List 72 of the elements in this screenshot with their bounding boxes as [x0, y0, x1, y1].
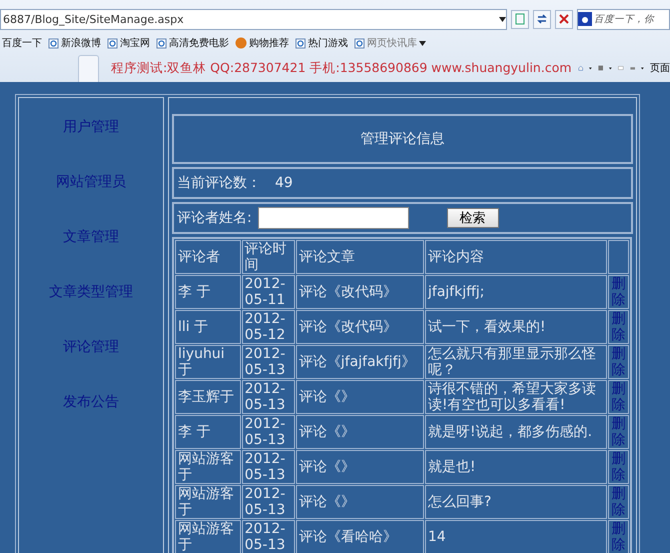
favorite-link[interactable]: 高清免费电影: [156, 36, 229, 50]
caret-icon[interactable]: [419, 40, 426, 46]
table-cell: jfajfkjffj;: [425, 275, 608, 309]
panel-title: 管理评论信息: [172, 114, 633, 164]
table-cell: 怎么就只有那里显示那么怪呢？: [425, 345, 608, 379]
close-button[interactable]: [555, 10, 573, 28]
sidebar-link[interactable]: 网站管理员: [56, 171, 126, 193]
address-field[interactable]: 6887/Blog_Site/SiteManage.aspx: [0, 8, 507, 30]
refresh-icon: [536, 13, 548, 25]
comment-count: 49: [275, 175, 293, 191]
table-cell: 网站游客于: [175, 520, 241, 553]
search-button[interactable]: 检索: [446, 208, 499, 228]
table-cell: 李 于: [175, 275, 241, 309]
table-cell: 评论《改代码》: [296, 275, 424, 309]
table-cell: 2012-05-13: [242, 520, 295, 553]
column-header: 评论文章: [296, 240, 424, 274]
banner-text: 程序测试:双鱼林 QQ:287307421 手机:13558690869 www.shuangyulin.com: [111, 60, 572, 76]
favorite-link[interactable]: 百度一下: [2, 36, 42, 50]
page-icon: [107, 38, 118, 48]
column-header: 评论时间: [242, 240, 295, 274]
column-header: 评论内容: [425, 240, 608, 274]
table-cell: 网站游客于: [175, 485, 241, 519]
table-cell: lli 于: [175, 310, 241, 344]
table-cell: 李玉辉于: [175, 380, 241, 414]
sidebar-link[interactable]: 文章类型管理: [49, 281, 133, 303]
table-cell: 评论《jfajfakfjfj》: [296, 345, 424, 379]
sidebar-link[interactable]: 文章管理: [63, 226, 119, 248]
table-cell: 14: [425, 520, 608, 553]
table-cell: 2012-05-13: [242, 485, 295, 519]
table-cell: 评论《》: [296, 380, 424, 414]
page-icon: [354, 38, 365, 48]
search-field[interactable]: 百度一下，你: [577, 8, 670, 30]
table-cell: 就是呀!说起，都多伤感的.: [425, 415, 608, 449]
page-icon: [295, 38, 306, 48]
favorite-link[interactable]: 网页快讯库: [354, 36, 426, 50]
favorite-link[interactable]: 热门游戏: [295, 36, 348, 50]
refresh-button[interactable]: [533, 10, 551, 28]
table-cell: 评论《》: [296, 415, 424, 449]
sidebar-link[interactable]: 发布公告: [63, 391, 119, 413]
table-cell: 就是也!: [425, 450, 608, 484]
search-label: 评论者姓名:: [177, 209, 252, 227]
table-cell: 怎么回事?: [425, 485, 608, 519]
page-menu[interactable]: 页面: [650, 61, 670, 75]
table-cell: 评论《改代码》: [296, 310, 424, 344]
table-cell: 网站游客于: [175, 450, 241, 484]
sidebar-link[interactable]: 评论管理: [63, 336, 119, 358]
table-cell: 2012-05-13: [242, 345, 295, 379]
table-cell: 诗很不错的，希望大家多读读!有空也可以多看看!: [425, 380, 608, 414]
favorite-link[interactable]: 购物推荐: [235, 36, 289, 50]
table-cell: liyuhui 于: [175, 345, 241, 379]
count-label: 当前评论数：: [177, 174, 261, 192]
table-cell: 李 于: [175, 415, 241, 449]
table-cell: 评论《》: [296, 485, 424, 519]
page-icon: [156, 38, 167, 48]
close-icon: [558, 13, 570, 25]
page-icon: [514, 13, 526, 25]
table-cell: 评论《看哈哈》: [296, 520, 424, 553]
favorite-link[interactable]: 淘宝网: [107, 36, 150, 50]
table-cell: 2012-05-13: [242, 415, 295, 449]
name-input[interactable]: [258, 207, 409, 229]
coin-icon: [235, 37, 247, 49]
column-header: 评论者: [175, 240, 241, 274]
table-cell: 试一下，看效果的!: [425, 310, 608, 344]
caret-icon[interactable]: [499, 16, 506, 22]
table-cell: 2012-05-13: [242, 450, 295, 484]
favorite-link[interactable]: 新浪微博: [48, 36, 101, 50]
page-icon: [48, 38, 59, 48]
sidebar-link[interactable]: 用户管理: [63, 116, 119, 138]
table-cell: 2012-05-12: [242, 310, 295, 344]
table-cell: 评论《》: [296, 450, 424, 484]
table-cell: 2012-05-11: [242, 275, 295, 309]
table-cell: 2012-05-13: [242, 380, 295, 414]
